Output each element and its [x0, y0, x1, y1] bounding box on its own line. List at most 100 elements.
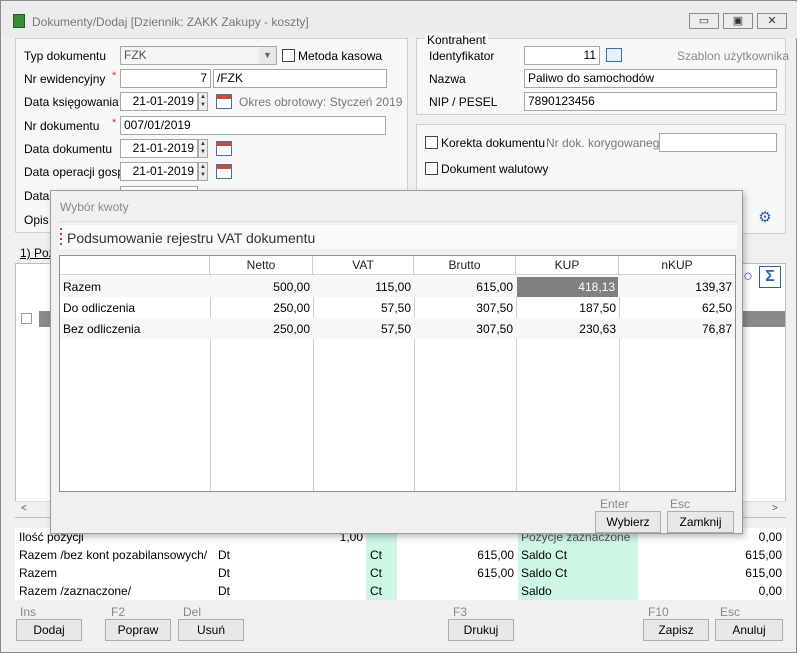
- typ-dokumentu-select[interactable]: FZK: [120, 46, 277, 65]
- cell-nkup[interactable]: 62,50: [619, 298, 735, 318]
- summary-row-ct-value: 615,00: [477, 548, 514, 562]
- zapisz-button[interactable]: Zapisz: [643, 619, 709, 641]
- anuluj-button[interactable]: Anuluj: [715, 619, 783, 641]
- column-header-nkup[interactable]: nKUP: [619, 256, 735, 275]
- vat-summary-grid[interactable]: Netto VAT Brutto KUP nKUP Razem 500,00 1…: [59, 255, 736, 492]
- cell-vat[interactable]: 115,00: [313, 277, 414, 297]
- usun-button[interactable]: Usuń: [178, 619, 244, 641]
- cell-brutto[interactable]: 615,00: [414, 277, 516, 297]
- folder-icon[interactable]: [606, 48, 622, 62]
- metoda-kasowa-label: Metoda kasowa: [298, 49, 383, 63]
- summary-row-saldo-value: 615,00: [745, 548, 782, 562]
- summary-row-dt: Dt: [218, 548, 230, 562]
- popraw-button[interactable]: Popraw: [105, 619, 171, 641]
- positions-row-checkbox[interactable]: [21, 313, 32, 324]
- row-label: Razem: [63, 280, 102, 294]
- column-header: [60, 256, 210, 275]
- summary-row-ct-value: 615,00: [477, 566, 514, 580]
- typ-dokumentu-label: Typ dokumentu: [24, 49, 107, 63]
- app-icon: [13, 14, 25, 28]
- data-ksiegowania-label: Data księgowania: [24, 95, 119, 109]
- wybor-kwoty-dialog: Wybór kwoty Podsumowanie rejestru VAT do…: [50, 190, 743, 534]
- cell-netto[interactable]: 250,00: [210, 319, 313, 339]
- column-header-netto[interactable]: Netto: [210, 256, 313, 275]
- nr-ewidencyjny-input[interactable]: 7: [120, 69, 211, 88]
- calendar-icon[interactable]: [216, 94, 232, 109]
- identyfikator-label: Identyfikator: [429, 49, 495, 63]
- korekta-checkbox[interactable]: [425, 136, 438, 149]
- cell-brutto[interactable]: 307,50: [414, 319, 516, 339]
- cell-netto[interactable]: 250,00: [210, 298, 313, 318]
- nr-korygowanego-input[interactable]: [659, 133, 777, 152]
- sigma-icon[interactable]: Σ: [759, 266, 781, 288]
- zamknij-key-hint: Esc: [670, 497, 691, 511]
- summary-row-label: Razem /zaznaczone/: [19, 584, 132, 598]
- cell-netto[interactable]: 500,00: [210, 277, 313, 297]
- anuluj-key-hint: Esc: [720, 605, 741, 619]
- data-dokumentu-input[interactable]: 21-01-2019: [120, 139, 198, 158]
- gear-icon[interactable]: ⚙: [757, 210, 773, 226]
- wybierz-button[interactable]: Wybierz: [595, 511, 661, 533]
- data-ksiegowania-input[interactable]: 21-01-2019: [120, 92, 198, 111]
- summary-row-saldo-value: 615,00: [745, 566, 782, 580]
- dialog-title: Wybór kwoty: [60, 200, 129, 214]
- summary-row-label: Razem: [19, 566, 58, 580]
- cell-nkup[interactable]: 139,37: [619, 277, 735, 297]
- opis-label: Opis: [24, 213, 49, 227]
- summary-row-dt: Dt: [218, 566, 230, 580]
- vat-panel-title: Podsumowanie rejestru VAT dokumentu: [67, 230, 316, 246]
- kontrahent-group-label: Kontrahent: [425, 33, 488, 47]
- drukuj-button[interactable]: Drukuj: [448, 619, 514, 641]
- nazwa-label: Nazwa: [429, 72, 466, 86]
- maximize-button[interactable]: ▣: [723, 13, 753, 29]
- column-header-brutto[interactable]: Brutto: [414, 256, 516, 275]
- cell-kup-selected[interactable]: 418,13: [517, 277, 618, 297]
- summary-row-saldo-label: Saldo Ct: [521, 566, 568, 580]
- data-dokumentu-spinner[interactable]: ▲ ▼: [198, 139, 208, 158]
- korekta-label: Korekta dokumentu: [441, 136, 546, 150]
- cell-vat[interactable]: 57,50: [313, 319, 414, 339]
- summary-row-ct: Ct: [370, 566, 382, 580]
- nr-korygowanego-label: Nr dok. korygowanego: [546, 136, 667, 150]
- walutowy-checkbox[interactable]: [425, 162, 438, 175]
- dodaj-button[interactable]: Dodaj: [16, 619, 82, 641]
- minimize-button[interactable]: ▭: [689, 13, 719, 29]
- data-operacji-input[interactable]: 21-01-2019: [120, 162, 198, 181]
- chevron-down-icon[interactable]: ▼: [259, 47, 276, 64]
- nazwa-input[interactable]: Paliwo do samochodów: [524, 69, 777, 88]
- column-header-kup[interactable]: KUP: [516, 256, 619, 275]
- row-label: Do odliczenia: [63, 301, 136, 315]
- nr-dokumentu-input[interactable]: 007/01/2019: [120, 116, 386, 135]
- column-header-vat[interactable]: VAT: [313, 256, 414, 275]
- nr-dokumentu-label: Nr dokumentu: [24, 119, 100, 133]
- nip-input[interactable]: 7890123456: [524, 92, 777, 111]
- cell-brutto[interactable]: 307,50: [414, 298, 516, 318]
- data-dokumentu-label: Data dokumentu: [24, 142, 113, 156]
- walutowy-label: Dokument walutowy: [441, 162, 549, 176]
- zamknij-button[interactable]: Zamknij: [667, 511, 734, 533]
- close-button[interactable]: ✕: [757, 13, 787, 29]
- drag-handle-icon: [60, 228, 63, 246]
- wybierz-key-hint: Enter: [600, 497, 629, 511]
- cell-kup[interactable]: 230,63: [516, 319, 619, 339]
- identyfikator-input[interactable]: 11: [524, 46, 600, 65]
- cell-vat[interactable]: 57,50: [313, 298, 414, 318]
- nr-ewidencyjny-suffix-input[interactable]: /FZK: [213, 69, 387, 88]
- calendar-icon[interactable]: [216, 141, 232, 156]
- cell-nkup[interactable]: 76,87: [619, 319, 735, 339]
- cell-kup[interactable]: 187,50: [516, 298, 619, 318]
- calendar-icon[interactable]: [216, 164, 232, 179]
- summary-row-dt: Dt: [218, 584, 230, 598]
- data-ksiegowania-spinner[interactable]: ▲ ▼: [198, 92, 208, 111]
- nr-ewidencyjny-label: Nr ewidencyjny: [24, 72, 106, 86]
- vat-panel-header: Podsumowanie rejestru VAT dokumentu: [59, 225, 737, 249]
- usun-key-hint: Del: [183, 605, 202, 619]
- summary-row-ct: Ct: [370, 584, 382, 598]
- szablon-uzytkownika-link[interactable]: Szablon użytkownika: [677, 49, 789, 63]
- data-operacji-spinner[interactable]: ▲ ▼: [198, 162, 208, 181]
- required-marker: *: [112, 70, 117, 82]
- window-title: Dokumenty/Dodaj [Dziennik: ZAKK Zakupy -…: [32, 15, 309, 29]
- drukuj-key-hint: F3: [453, 605, 468, 619]
- metoda-kasowa-checkbox[interactable]: [282, 49, 295, 62]
- summary-row-saldo-value: 0,00: [758, 584, 782, 598]
